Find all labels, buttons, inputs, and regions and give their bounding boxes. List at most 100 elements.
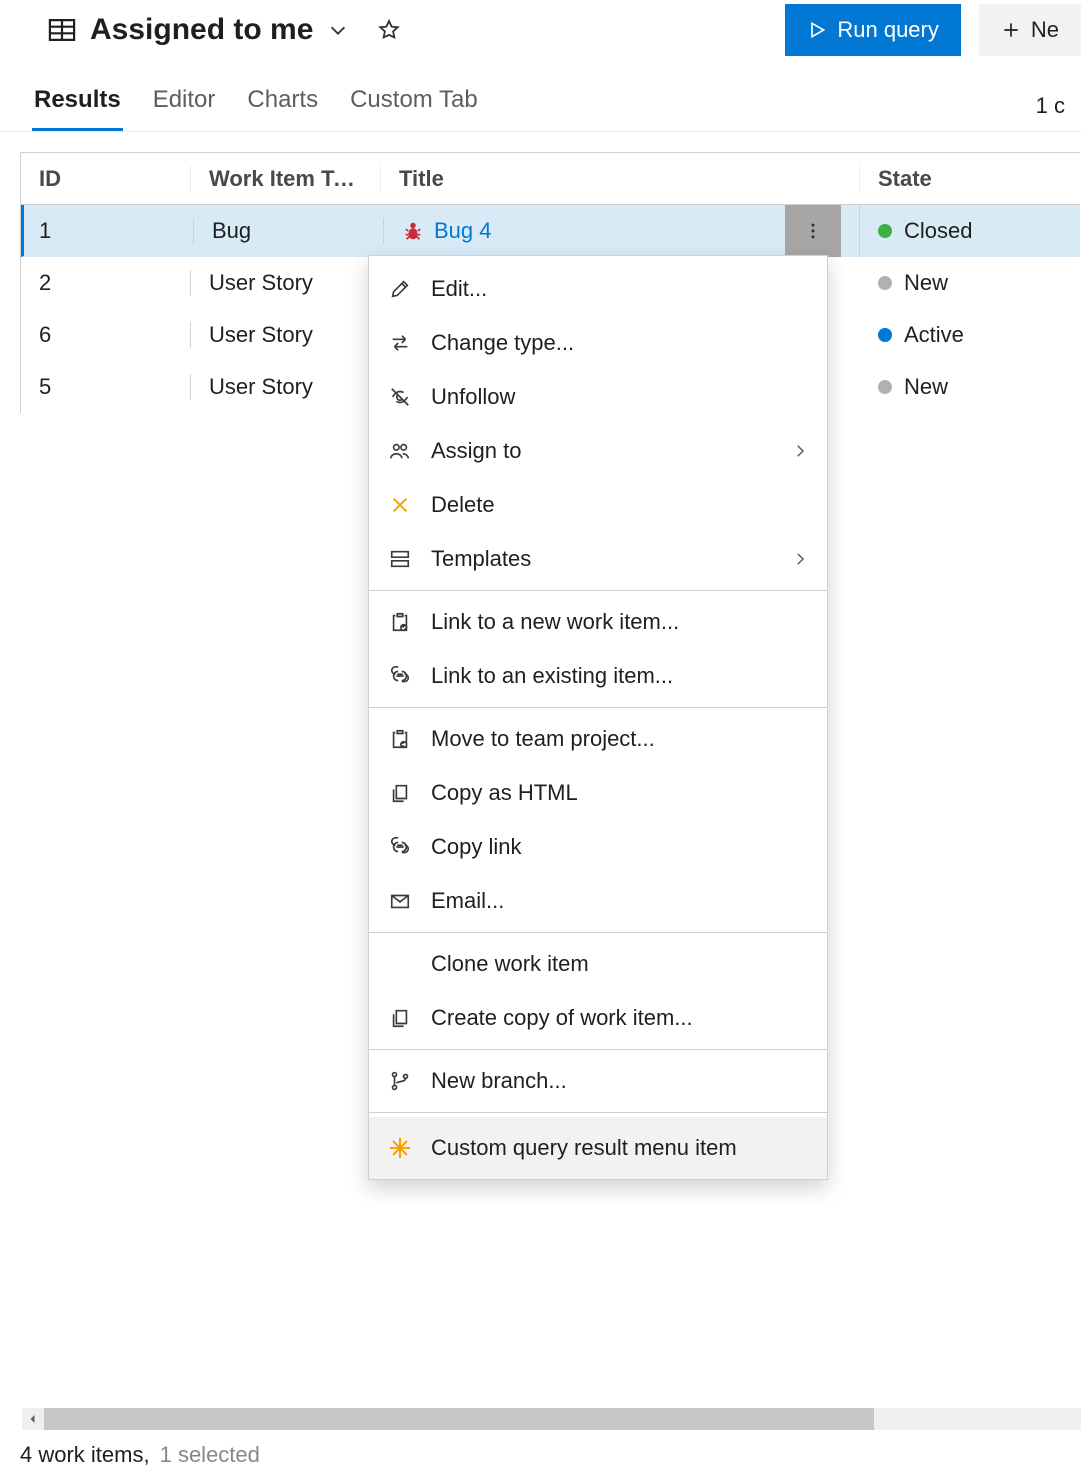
copy-icon xyxy=(387,780,413,806)
horizontal-scrollbar[interactable] xyxy=(22,1408,1081,1430)
state-label: Closed xyxy=(904,218,972,244)
branch-icon xyxy=(387,1068,413,1094)
tab-editor[interactable]: Editor xyxy=(151,78,218,131)
table-header: ID Work Item Type Title State xyxy=(21,153,1080,205)
menu-item-new-branch[interactable]: New branch... xyxy=(369,1054,827,1108)
menu-item-unfollow[interactable]: Unfollow xyxy=(369,370,827,424)
tab-charts[interactable]: Charts xyxy=(245,78,320,131)
grid-icon xyxy=(48,19,76,41)
state-dot-icon xyxy=(878,224,892,238)
scroll-left-arrow[interactable] xyxy=(22,1408,44,1430)
cell-id: 1 xyxy=(24,218,194,244)
menu-label: Clone work item xyxy=(431,951,809,977)
tab-custom-tab[interactable]: Custom Tab xyxy=(348,78,480,131)
menu-label: Link to an existing item... xyxy=(431,663,809,689)
menu-label: Edit... xyxy=(431,276,809,302)
cell-id: 6 xyxy=(21,322,191,348)
header-actions: Run query Ne xyxy=(785,4,1081,56)
status-items: 4 work items, xyxy=(20,1442,150,1468)
cell-state: Active xyxy=(860,322,1080,348)
menu-separator xyxy=(369,707,827,708)
link-icon xyxy=(387,663,413,689)
col-header-id[interactable]: ID xyxy=(21,166,191,192)
cell-type: User Story xyxy=(191,374,381,400)
menu-item-link-to-an-existing-item[interactable]: Link to an existing item... xyxy=(369,649,827,703)
menu-label: Link to a new work item... xyxy=(431,609,809,635)
menu-label: Assign to xyxy=(431,438,773,464)
scroll-thumb[interactable] xyxy=(44,1408,874,1430)
header-left: Assigned to me xyxy=(48,13,401,47)
menu-separator xyxy=(369,590,827,591)
menu-separator xyxy=(369,932,827,933)
col-header-state[interactable]: State xyxy=(860,166,1080,192)
menu-label: Delete xyxy=(431,492,809,518)
header: Assigned to me Run query Ne xyxy=(0,0,1081,70)
status-bar: 4 work items, 1 selected xyxy=(20,1442,260,1468)
state-label: New xyxy=(904,374,948,400)
state-dot-icon xyxy=(878,328,892,342)
cell-id: 2 xyxy=(21,270,191,296)
clipboard-check-icon xyxy=(387,609,413,635)
menu-item-assign-to[interactable]: Assign to xyxy=(369,424,827,478)
menu-item-email[interactable]: Email... xyxy=(369,874,827,928)
menu-item-clone-work-item[interactable]: Clone work item xyxy=(369,937,827,991)
menu-label: Move to team project... xyxy=(431,726,809,752)
chevron-right-icon xyxy=(791,442,809,460)
clipboard-arrow-icon xyxy=(387,726,413,752)
new-label: Ne xyxy=(1031,17,1059,43)
menu-separator xyxy=(369,1112,827,1113)
run-query-label: Run query xyxy=(837,17,939,43)
col-header-title[interactable]: Title xyxy=(381,166,860,192)
table-row[interactable]: 1Bug Bug 4 Closed xyxy=(21,205,1080,257)
menu-item-copy-link[interactable]: Copy link xyxy=(369,820,827,874)
menu-item-edit[interactable]: Edit... xyxy=(369,262,827,316)
mail-icon xyxy=(387,888,413,914)
state-label: Active xyxy=(904,322,964,348)
context-menu: Edit... Change type... Unfollow Assign to De… xyxy=(368,255,828,1180)
menu-label: New branch... xyxy=(431,1068,809,1094)
cell-id: 5 xyxy=(21,374,191,400)
state-dot-icon xyxy=(878,276,892,290)
chevron-down-icon[interactable] xyxy=(327,19,349,41)
favorite-icon[interactable] xyxy=(377,18,401,42)
cell-type: Bug xyxy=(194,218,384,244)
menu-label: Change type... xyxy=(431,330,809,356)
cell-state: New xyxy=(860,374,1080,400)
cell-type: User Story xyxy=(191,270,381,296)
template-icon xyxy=(387,546,413,572)
menu-label: Unfollow xyxy=(431,384,809,410)
copy-icon xyxy=(387,1005,413,1031)
cell-title[interactable]: Bug 4 xyxy=(384,205,860,257)
menu-item-delete[interactable]: Delete xyxy=(369,478,827,532)
state-dot-icon xyxy=(878,380,892,394)
col-header-type[interactable]: Work Item Type xyxy=(191,166,381,192)
menu-label: Custom query result menu item xyxy=(431,1135,809,1161)
run-query-button[interactable]: Run query xyxy=(785,4,961,56)
menu-item-templates[interactable]: Templates xyxy=(369,532,827,586)
work-item-link[interactable]: Bug 4 xyxy=(434,218,492,244)
menu-label: Copy link xyxy=(431,834,809,860)
link-icon xyxy=(387,834,413,860)
view-title[interactable]: Assigned to me xyxy=(90,13,313,47)
tab-results[interactable]: Results xyxy=(32,78,123,131)
bug-icon xyxy=(402,220,424,242)
menu-item-move-to-team-project[interactable]: Move to team project... xyxy=(369,712,827,766)
scroll-track[interactable] xyxy=(44,1408,1081,1430)
menu-separator xyxy=(369,1049,827,1050)
menu-item-copy-as-html[interactable]: Copy as HTML xyxy=(369,766,827,820)
new-button[interactable]: Ne xyxy=(979,4,1081,56)
edit-icon xyxy=(387,276,413,302)
row-more-button[interactable] xyxy=(785,205,841,257)
menu-item-link-to-a-new-work-item[interactable]: Link to a new work item... xyxy=(369,595,827,649)
menu-label: Create copy of work item... xyxy=(431,1005,809,1031)
people-icon xyxy=(387,438,413,464)
menu-label: Copy as HTML xyxy=(431,780,809,806)
result-count: 1 c xyxy=(1036,93,1065,131)
menu-item-change-type[interactable]: Change type... xyxy=(369,316,827,370)
menu-label: Templates xyxy=(431,546,773,572)
menu-item-create-copy-of-work-item[interactable]: Create copy of work item... xyxy=(369,991,827,1045)
state-label: New xyxy=(904,270,948,296)
x-icon xyxy=(387,492,413,518)
menu-item-custom-query-result-menu-item[interactable]: Custom query result menu item xyxy=(369,1117,827,1179)
cell-state: New xyxy=(860,270,1080,296)
